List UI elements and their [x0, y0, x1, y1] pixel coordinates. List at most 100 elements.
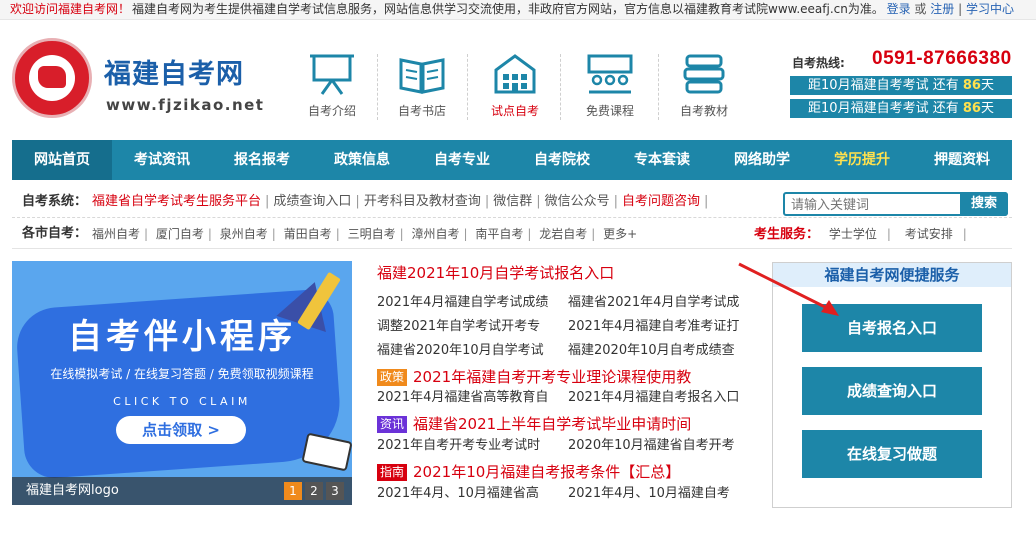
carousel-page-3[interactable]: 3	[326, 482, 344, 500]
news-item[interactable]: 2021年自考开考专业考试时	[377, 434, 540, 458]
textbook-stack-icon	[683, 54, 725, 94]
news-item[interactable]: 福建2020年10月自考成绩查	[568, 339, 735, 363]
wechat-group-link[interactable]: 微信群	[493, 194, 532, 209]
city-link[interactable]: 莆田自考	[284, 227, 332, 241]
top-bar: 欢迎访问福建自考网！ 福建自考网为考生提供福建自学考试信息服务，网站信息供学习交…	[0, 0, 1036, 20]
city-link[interactable]: 漳州自考	[411, 227, 459, 241]
nav-item-degree-upgrade[interactable]: 学历提升	[812, 140, 912, 180]
news-item[interactable]: 福建省2021年4月自学考试成	[568, 291, 739, 315]
city-link[interactable]: 厦门自考	[156, 227, 204, 241]
exam-countdown: 距10月福建自考考试 还有 86天	[790, 76, 1012, 95]
news-item[interactable]: 2021年4月福建省高等教育自	[377, 386, 548, 410]
hotline-number: 0591-87666380	[872, 48, 1012, 69]
online-practice-button[interactable]: 在线复习做题	[802, 430, 982, 478]
carousel-page-1[interactable]: 1	[284, 482, 302, 500]
quick-link-label: 试点自考	[490, 104, 539, 118]
open-book-icon	[399, 58, 445, 94]
city-link[interactable]: 南平自考	[475, 227, 523, 241]
wechat-account-link[interactable]: 微信公众号	[545, 194, 610, 209]
student-service-links: 考生服务： 学士学位 | 考试安排 |	[754, 227, 967, 242]
hotline-label: 自考热线:	[792, 56, 845, 70]
nav-item-home[interactable]: 网站首页	[12, 140, 112, 180]
countdown-days: 86	[962, 101, 981, 116]
system-label: 自考系统：	[22, 194, 88, 209]
news-highlight[interactable]: 指南 2021年10月福建自考报考条件【汇总】	[377, 460, 680, 484]
classroom-icon	[587, 54, 633, 94]
news-tag: 资讯	[377, 416, 408, 433]
main-nav: 网站首页 考试资讯 报名报考 政策信息 自考专业 自考院校 专本套读 网络助学 …	[12, 140, 1012, 180]
search-input[interactable]	[791, 196, 955, 214]
claim-button[interactable]: 点击领取 >	[116, 416, 246, 444]
site-logo[interactable]	[12, 38, 92, 118]
quick-link-textbooks[interactable]: 自考教材	[664, 46, 744, 126]
countdown-days: 86	[962, 78, 981, 93]
search-box: 搜索	[783, 192, 1008, 216]
divider	[560, 54, 561, 120]
register-link[interactable]: 注册	[930, 2, 954, 16]
site-url: www.fjzikao.net	[106, 96, 265, 114]
quick-service-panel: 福建自考网便捷服务 自考报名入口 成绩查询入口 在线复习做题	[772, 262, 1012, 508]
city-link[interactable]: 龙岩自考	[539, 227, 587, 241]
study-center-link[interactable]: 学习中心	[966, 2, 1014, 16]
exam-schedule-link[interactable]: 考试安排	[905, 227, 953, 241]
search-button[interactable]: 搜索	[960, 192, 1008, 216]
quick-link-label: 自考介绍	[307, 104, 356, 118]
news-item[interactable]: 2021年4月福建自考准考证打	[568, 315, 739, 339]
welcome-text: 欢迎访问福建自考网！	[10, 2, 131, 16]
news-item[interactable]: 2021年4月福建自考报名入口	[568, 386, 739, 410]
nav-item-exam-materials[interactable]: 押题资料	[912, 140, 1012, 180]
more-cities-link[interactable]: 更多+	[603, 227, 637, 241]
score-query-link[interactable]: 成绩查询入口	[273, 194, 351, 209]
quick-link-pilot[interactable]: 试点自考	[475, 46, 555, 126]
nav-item-registration[interactable]: 报名报考	[212, 140, 312, 180]
city-links-row: 各市自考： 福州自考 | 厦门自考 | 泉州自考 | 莆田自考 | 三明自考 | 漳州自考…	[12, 219, 1012, 249]
carousel-pager: 123	[281, 482, 344, 500]
news-item[interactable]: 2021年4月福建自学考试成绩	[377, 291, 548, 315]
banner-click-text: CLICK TO CLAIM	[113, 395, 251, 408]
score-query-button[interactable]: 成绩查询入口	[802, 367, 982, 415]
quick-link-free-courses[interactable]: 免费课程	[570, 46, 650, 126]
nav-item-online-help[interactable]: 网络助学	[712, 140, 812, 180]
banner-subtitle: 在线模拟考试 / 在线复习答题 / 免费领取视频课程	[50, 367, 314, 381]
news-highlight[interactable]: 资讯 福建省2021上半年自学考试毕业申请时间	[377, 412, 691, 436]
nav-item-colleges[interactable]: 自考院校	[512, 140, 612, 180]
news-headline[interactable]: 福建2021年10月自学考试报名入口	[377, 262, 614, 284]
divider	[658, 54, 659, 120]
promo-banner[interactable]: 自考伴小程序 在线模拟考试 / 在线复习答题 / 免费领取视频课程 CLICK …	[12, 261, 352, 505]
news-item[interactable]: 福建省2020年10月自学考试	[377, 339, 544, 363]
city-link[interactable]: 福州自考	[92, 227, 140, 241]
nav-item-combined-study[interactable]: 专本套读	[612, 140, 712, 180]
guide-tag: 指南	[377, 464, 408, 481]
consult-link[interactable]: 自考问题咨询	[622, 194, 700, 209]
degree-link[interactable]: 学士学位	[829, 227, 877, 241]
news-item[interactable]: 2021年4月、10月福建省高	[377, 482, 539, 506]
carousel-page-2[interactable]: 2	[305, 482, 323, 500]
news-item[interactable]: 2021年4月、10月福建自考	[568, 482, 730, 506]
news-item[interactable]: 调整2021年自学考试开考专	[377, 315, 540, 339]
subject-query-link[interactable]: 开考科目及教材查询	[364, 194, 481, 209]
city-link[interactable]: 三明自考	[348, 227, 396, 241]
system-links: 福建省自学考试考生服务平台 | 成绩查询入口 | 开考科目及教材查询 | 微信群 | 微信公众号…	[92, 194, 709, 209]
quick-link-label: 自考教材	[679, 104, 728, 118]
login-link[interactable]: 登录	[887, 2, 911, 16]
registration-entry-button[interactable]: 自考报名入口	[802, 304, 982, 352]
city-link[interactable]: 泉州自考	[220, 227, 268, 241]
banner-caption-text: 福建自考网logo	[26, 483, 119, 498]
city-label: 各市自考：	[22, 226, 88, 241]
fist-icon	[29, 55, 75, 101]
banner-title: 自考伴小程序	[68, 317, 296, 357]
service-panel-title: 福建自考网便捷服务	[773, 263, 1011, 287]
nav-item-policy[interactable]: 政策信息	[312, 140, 412, 180]
divider	[377, 54, 378, 120]
nav-item-exam-news[interactable]: 考试资讯	[112, 140, 212, 180]
site-title[interactable]: 福建自考网	[104, 60, 244, 90]
quick-link-bookstore[interactable]: 自考书店	[382, 46, 462, 126]
exam-countdown: 距10月福建自考考试 还有 86天	[790, 99, 1012, 118]
service-platform-link[interactable]: 福建省自学考试考生服务平台	[92, 194, 261, 209]
book-icon	[301, 432, 352, 472]
news-item[interactable]: 2020年10月福建省自考开考	[568, 434, 735, 458]
policy-tag: 政策	[377, 369, 408, 386]
quick-link-intro[interactable]: 自考介绍	[292, 46, 372, 126]
nav-item-majors[interactable]: 自考专业	[412, 140, 512, 180]
building-icon	[494, 54, 536, 94]
